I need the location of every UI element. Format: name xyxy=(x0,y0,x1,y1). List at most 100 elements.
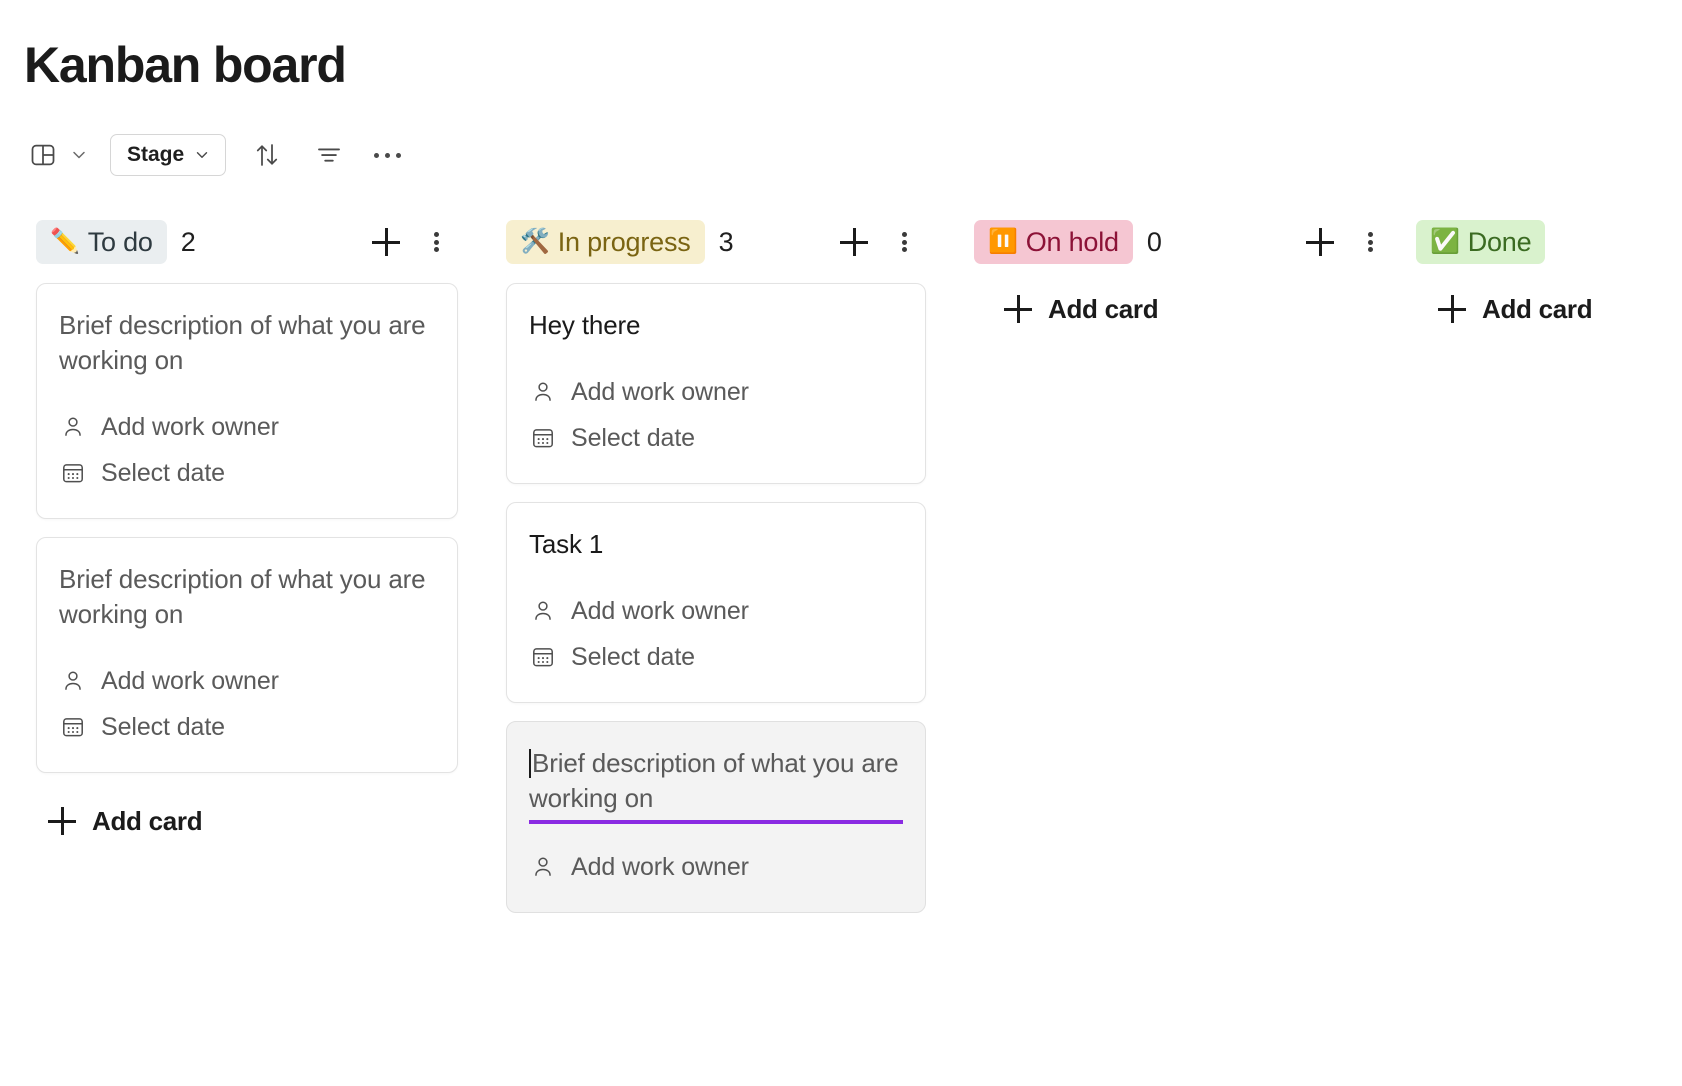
person-icon xyxy=(59,413,87,441)
card-owner-label: Add work owner xyxy=(101,412,279,441)
card-date-field[interactable]: Select date xyxy=(529,634,903,680)
card-date-label: Select date xyxy=(101,712,225,741)
calendar-icon xyxy=(529,643,557,671)
column-label: To do xyxy=(87,226,153,257)
plus-icon xyxy=(48,807,76,836)
kebab-dot xyxy=(1367,232,1373,237)
task-card[interactable]: Task 1 Add work owner Select date xyxy=(506,502,926,704)
chevron-down-icon[interactable] xyxy=(62,133,96,177)
sort-arrows-icon[interactable] xyxy=(236,133,298,177)
column-header: ⏸️ On hold 0 xyxy=(974,213,1392,271)
add-card-label: Add card xyxy=(92,805,203,836)
task-card[interactable]: Hey there Add work owner Select date xyxy=(506,283,926,485)
card-owner-label: Add work owner xyxy=(571,377,749,406)
pause-icon: ⏸️ xyxy=(988,228,1018,255)
task-card[interactable]: Brief description of what you are workin… xyxy=(36,283,458,520)
board-columns: ✏️ To do 2 Brief description of what you… xyxy=(0,213,1682,1086)
kebab-dot xyxy=(1367,247,1373,252)
column-count: 2 xyxy=(180,226,196,257)
ellipsis-dot xyxy=(384,152,390,158)
kebab-dot xyxy=(433,247,439,252)
add-card-label: Add card xyxy=(1048,293,1159,324)
card-title[interactable]: Hey there xyxy=(529,308,903,343)
card-date-field[interactable]: Select date xyxy=(529,415,903,461)
add-card-button[interactable]: Add card xyxy=(36,795,458,847)
person-icon xyxy=(529,378,557,406)
column-chip-on-hold[interactable]: ⏸️ On hold xyxy=(974,220,1133,264)
plus-icon xyxy=(840,228,868,256)
ellipsis-icon[interactable] xyxy=(360,133,414,177)
column-label: On hold xyxy=(1025,226,1119,257)
card-date-field[interactable]: Select date xyxy=(59,704,435,750)
card-owner-field[interactable]: Add work owner xyxy=(59,658,435,704)
kanban-board-page: Kanban board Stage ✏️ To do 2 Brief desc… xyxy=(0,0,1682,1086)
column-chip-done[interactable]: ✅ Done xyxy=(1416,220,1546,264)
group-by-stage-button[interactable]: Stage xyxy=(110,134,227,176)
card-owner-label: Add work owner xyxy=(571,852,749,881)
kebab-dot xyxy=(901,247,907,252)
pencil-icon: ✏️ xyxy=(50,228,80,255)
column-label: Done xyxy=(1467,226,1532,257)
add-card-plus-icon[interactable] xyxy=(1298,220,1342,264)
kebab-menu-icon[interactable] xyxy=(414,220,458,264)
column-chip-in-progress[interactable]: 🛠️ In progress xyxy=(506,220,705,264)
calendar-icon xyxy=(529,424,557,452)
card-title-input[interactable]: Brief description of what you are workin… xyxy=(529,746,903,825)
column-chip-todo[interactable]: ✏️ To do xyxy=(36,220,167,264)
person-icon xyxy=(59,667,87,695)
card-title-text: Brief description of what you are workin… xyxy=(529,748,899,814)
card-owner-field[interactable]: Add work owner xyxy=(529,588,903,634)
add-card-button[interactable]: Add card xyxy=(1416,283,1682,335)
ellipsis-dot xyxy=(395,152,401,158)
card-list: Hey there Add work owner Select date Tas… xyxy=(506,283,926,914)
column-header: 🛠️ In progress 3 xyxy=(506,213,926,271)
chevron-down-icon xyxy=(193,146,211,164)
card-date-field[interactable]: Select date xyxy=(59,450,435,496)
add-card-plus-icon[interactable] xyxy=(832,220,876,264)
card-owner-label: Add work owner xyxy=(571,596,749,625)
group-by-label: Stage xyxy=(127,143,185,166)
calendar-icon xyxy=(59,459,87,487)
card-date-label: Select date xyxy=(571,642,695,671)
card-date-label: Select date xyxy=(571,423,695,452)
kebab-menu-icon[interactable] xyxy=(882,220,926,264)
card-owner-label: Add work owner xyxy=(101,666,279,695)
kebab-dot xyxy=(433,232,439,237)
column-header: ✏️ To do 2 xyxy=(36,213,458,271)
ellipsis-dot xyxy=(373,152,379,158)
column-header: ✅ Done xyxy=(1416,213,1682,271)
toolbar: Stage xyxy=(24,131,414,179)
calendar-icon xyxy=(59,713,87,741)
column-in-progress: 🛠️ In progress 3 Hey there Add work owne… xyxy=(482,213,950,1086)
add-card-button[interactable]: Add card xyxy=(974,283,1392,335)
column-actions xyxy=(364,220,458,264)
add-card-label: Add card xyxy=(1482,293,1593,324)
tools-icon: 🛠️ xyxy=(520,228,550,255)
task-card-editing[interactable]: Brief description of what you are workin… xyxy=(506,721,926,914)
card-owner-field[interactable]: Add work owner xyxy=(529,369,903,415)
column-actions xyxy=(1298,220,1392,264)
column-on-hold: ⏸️ On hold 0 Add card xyxy=(950,213,1416,1086)
kebab-dot xyxy=(901,232,907,237)
card-title[interactable]: Brief description of what you are workin… xyxy=(59,308,435,378)
kebab-menu-icon[interactable] xyxy=(1348,220,1392,264)
task-card[interactable]: Brief description of what you are workin… xyxy=(36,537,458,774)
add-card-plus-icon[interactable] xyxy=(364,220,408,264)
board-layout-icon[interactable] xyxy=(24,133,62,177)
plus-icon xyxy=(1004,295,1032,323)
filter-icon[interactable] xyxy=(298,133,360,177)
column-actions xyxy=(832,220,926,264)
column-done: ✅ Done Add card xyxy=(1416,213,1682,1086)
card-owner-field[interactable]: Add work owner xyxy=(59,404,435,450)
plus-icon xyxy=(1306,228,1334,256)
person-icon xyxy=(529,853,557,881)
check-mark-icon: ✅ xyxy=(1430,228,1460,255)
card-title[interactable]: Task 1 xyxy=(529,527,903,562)
card-list: Brief description of what you are workin… xyxy=(36,283,458,774)
text-caret xyxy=(529,749,531,779)
card-title[interactable]: Brief description of what you are workin… xyxy=(59,562,435,632)
kebab-dot xyxy=(901,239,907,245)
card-owner-field[interactable]: Add work owner xyxy=(529,844,903,890)
column-todo: ✏️ To do 2 Brief description of what you… xyxy=(0,213,482,1086)
card-date-label: Select date xyxy=(101,458,225,487)
